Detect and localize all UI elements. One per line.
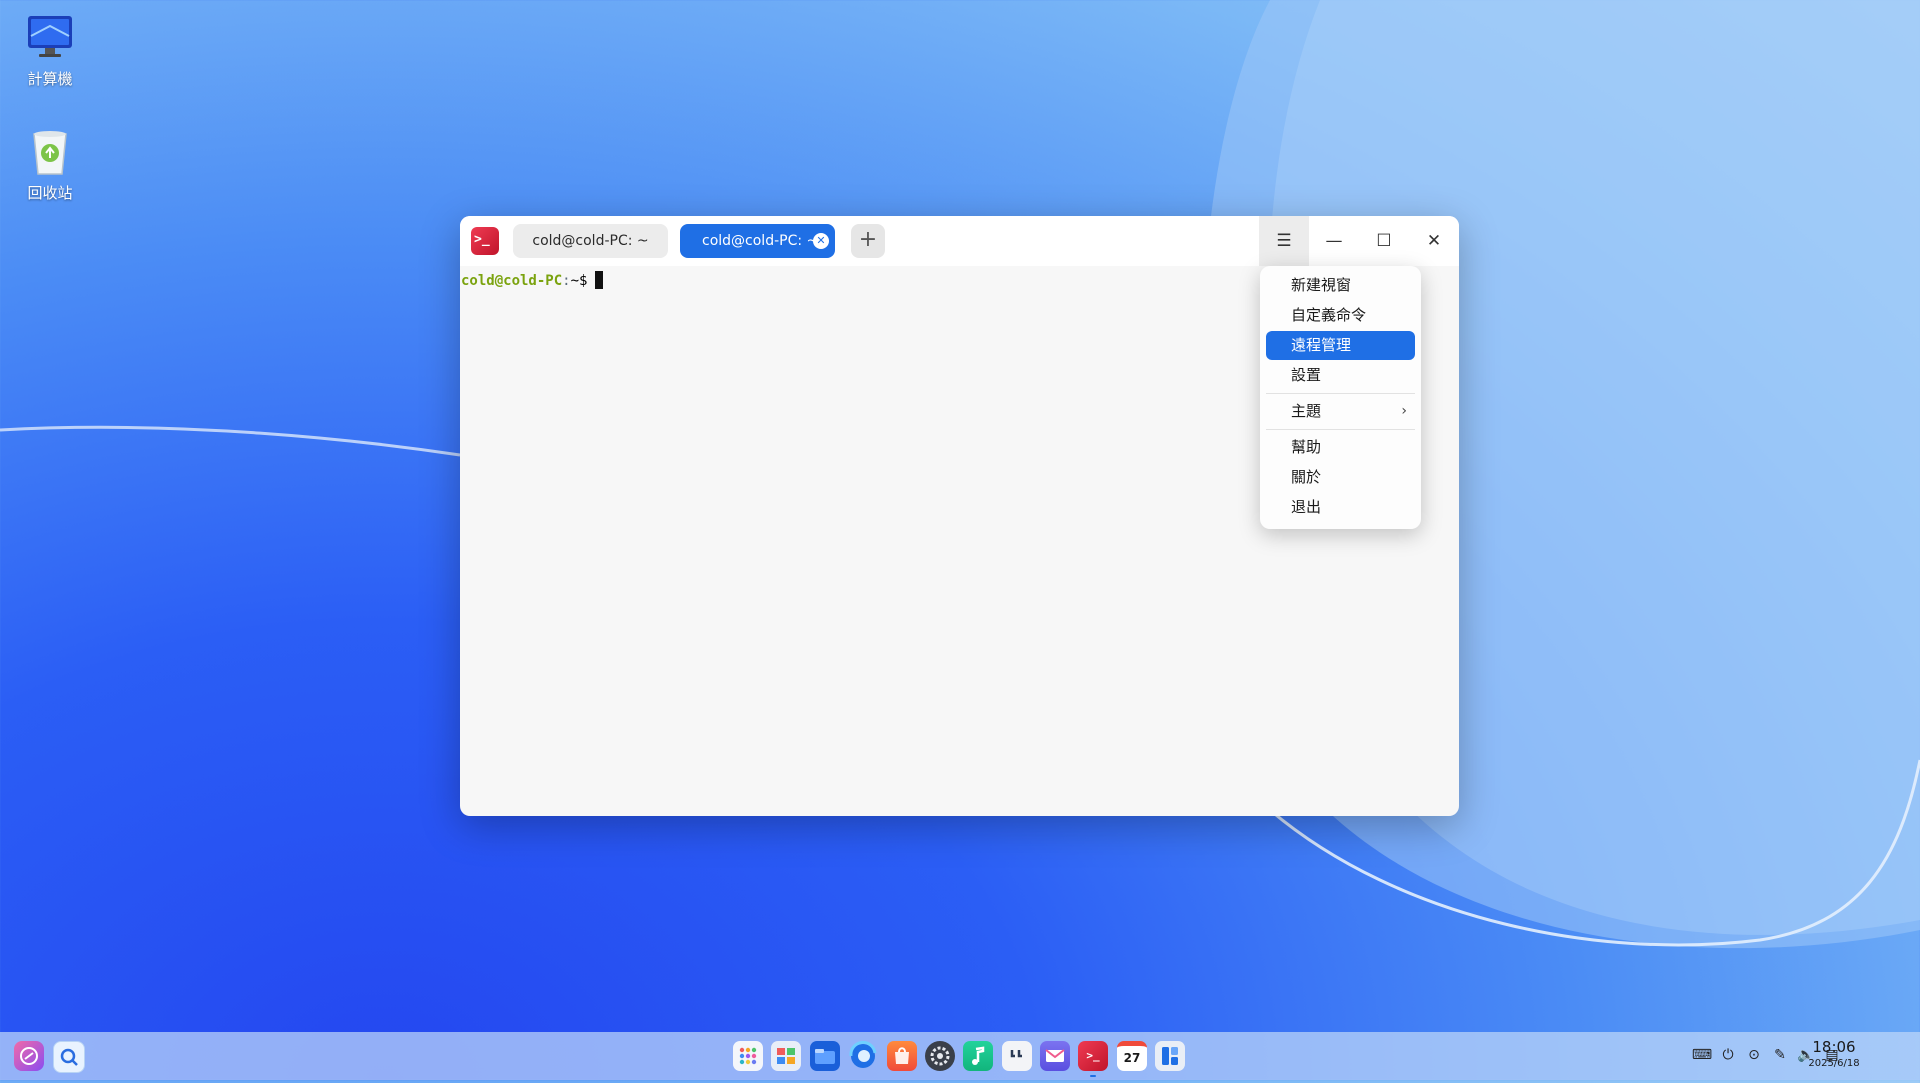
tab-terminal-1[interactable]: cold@cold-PC: ~ xyxy=(513,224,668,258)
clock-date[interactable]: 2025/6/18 xyxy=(1794,1058,1874,1069)
clock-time[interactable]: 18:06 xyxy=(1794,1038,1874,1056)
title-bar[interactable]: >_ cold@cold-PC: ~ cold@cold-PC: ~ ✕ + ☰… xyxy=(460,216,1459,266)
tab-close-icon[interactable]: ✕ xyxy=(813,233,829,249)
tab-label: cold@cold-PC: ~ xyxy=(702,233,819,249)
menu-item-label: 主題 xyxy=(1291,402,1322,420)
monitor-icon xyxy=(24,12,76,64)
app-store-icon[interactable] xyxy=(887,1041,917,1071)
menu-divider xyxy=(1266,429,1415,430)
app-grid-icon[interactable] xyxy=(733,1041,763,1071)
file-manager-icon[interactable] xyxy=(810,1041,840,1071)
terminal-icon: >_ xyxy=(471,227,499,255)
pen-icon[interactable]: ✎ xyxy=(1769,1044,1791,1066)
minimize-button[interactable]: — xyxy=(1309,216,1359,266)
menu-item-about[interactable]: 關於 xyxy=(1266,463,1415,492)
taskbar: >_ 27 ⌨ ⏻ ⊙ ✎ 🔈 ▤ 18:06 2025/6/18 xyxy=(0,1032,1920,1080)
terminal-icon[interactable]: >_ xyxy=(1078,1041,1108,1077)
main-menu: 新建視窗 自定義命令 遠程管理 設置 主題 › 幫助 關於 退出 xyxy=(1260,266,1421,529)
clock-icon[interactable]: ⊙ xyxy=(1743,1044,1765,1066)
prompt-path: ~$ xyxy=(570,273,588,289)
menu-item-theme[interactable]: 主題 › xyxy=(1266,397,1415,426)
menu-button[interactable]: ☰ xyxy=(1259,216,1309,266)
menu-item-new-window[interactable]: 新建視窗 xyxy=(1266,271,1415,300)
menu-item-settings[interactable]: 設置 xyxy=(1266,361,1415,390)
menu-item-custom-commands[interactable]: 自定義命令 xyxy=(1266,301,1415,330)
menu-divider xyxy=(1266,393,1415,394)
desktop-icon-trash[interactable]: 回收站 xyxy=(0,126,100,203)
desktop-icon-computer[interactable]: 計算機 xyxy=(0,12,100,89)
notes-icon[interactable] xyxy=(1002,1041,1032,1071)
close-button[interactable]: ✕ xyxy=(1409,216,1459,266)
search-icon[interactable] xyxy=(53,1041,85,1073)
menu-item-remote-management[interactable]: 遠程管理 xyxy=(1266,331,1415,360)
power-icon[interactable]: ⏻ xyxy=(1717,1044,1739,1066)
tab-terminal-2[interactable]: cold@cold-PC: ~ ✕ xyxy=(680,224,835,258)
trash-icon xyxy=(24,126,76,178)
calendar-icon[interactable]: 27 xyxy=(1117,1041,1147,1071)
menu-item-help[interactable]: 幫助 xyxy=(1266,433,1415,462)
desktop-icon-label: 計算機 xyxy=(27,70,73,88)
prompt-separator: : xyxy=(562,273,571,289)
desktop-icon-label: 回收站 xyxy=(27,184,73,202)
settings-icon[interactable] xyxy=(925,1041,955,1071)
control-center-icon[interactable] xyxy=(1155,1041,1185,1071)
chevron-right-icon: › xyxy=(1401,403,1407,419)
music-icon[interactable] xyxy=(963,1041,993,1071)
multitask-icon[interactable] xyxy=(771,1041,801,1071)
menu-item-exit[interactable]: 退出 xyxy=(1266,493,1415,522)
text-cursor xyxy=(595,271,604,289)
launcher-icon[interactable] xyxy=(14,1041,44,1071)
keyboard-icon[interactable]: ⌨ xyxy=(1691,1044,1713,1066)
new-tab-button[interactable]: + xyxy=(851,224,885,258)
mail-icon[interactable] xyxy=(1040,1041,1070,1071)
browser-icon[interactable] xyxy=(848,1040,878,1071)
maximize-button[interactable]: ☐ xyxy=(1359,216,1409,266)
prompt-user: cold@cold-PC xyxy=(461,273,563,289)
running-indicator xyxy=(1090,1075,1096,1077)
